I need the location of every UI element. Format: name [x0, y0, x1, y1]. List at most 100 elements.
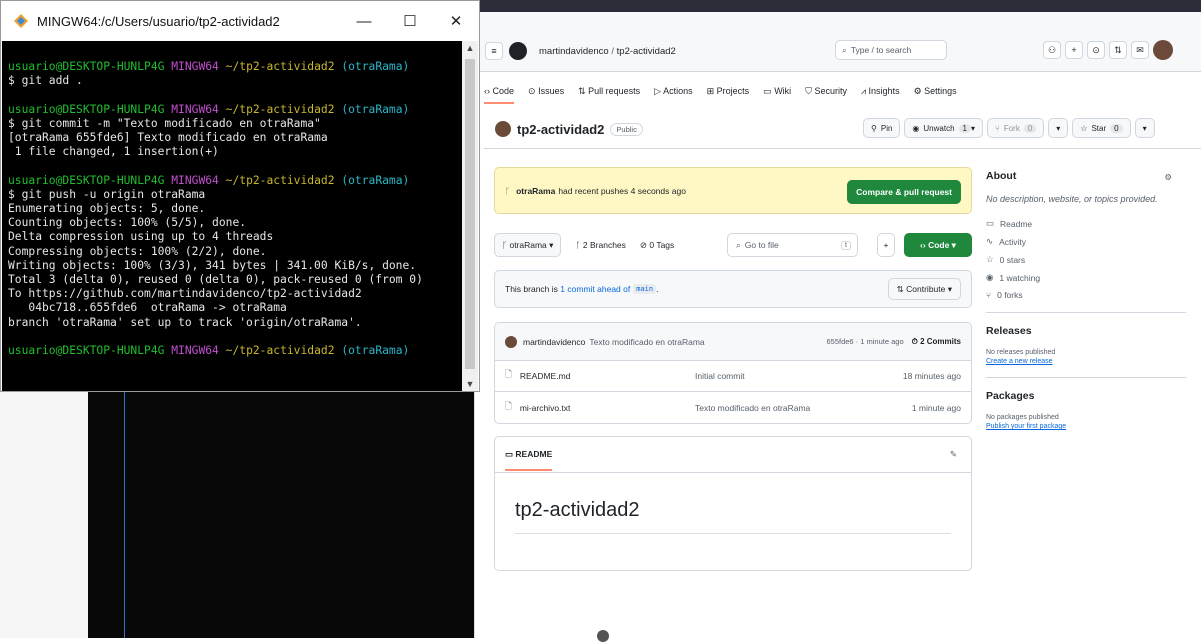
- prompt-path: ~/tp2-actividad2: [225, 173, 335, 187]
- scroll-down-icon[interactable]: ▼: [462, 379, 478, 389]
- command-line: $ git commit -m "Texto modificado en otr…: [8, 116, 321, 130]
- tab-settings[interactable]: ⚙ Settings: [914, 86, 957, 97]
- issues-icon[interactable]: ⊙: [1087, 41, 1105, 59]
- watching-link[interactable]: ◉ 1 watching: [986, 272, 1186, 283]
- fork-dropdown[interactable]: ▾: [1048, 118, 1069, 138]
- scroll-thumb[interactable]: [465, 59, 475, 369]
- file-name[interactable]: mi-archivo.txt: [520, 403, 571, 413]
- inbox-icon[interactable]: ✉: [1131, 41, 1149, 59]
- tab-security[interactable]: ⛉ Security: [805, 86, 847, 97]
- create-new-icon[interactable]: +: [1065, 41, 1083, 59]
- star-button[interactable]: ☆ Star 0: [1072, 118, 1131, 138]
- breadcrumb-repo[interactable]: tp2-actividad2: [617, 46, 676, 57]
- prompt-line: usuario@DESKTOP-HUNLP4G MINGW64 ~/tp2-ac…: [8, 60, 463, 74]
- file-name[interactable]: README.md: [520, 371, 571, 381]
- file-commit-message[interactable]: Initial commit: [695, 371, 745, 381]
- gear-icon[interactable]: ⚙: [1164, 172, 1172, 183]
- readme-link[interactable]: ▭ Readme: [986, 218, 1186, 229]
- pin-button[interactable]: ⚲ Pin: [863, 118, 901, 138]
- add-file-button[interactable]: +: [877, 233, 895, 257]
- about-title: About: [986, 170, 1017, 182]
- prompt-user: usuario@DESKTOP-HUNLP4G: [8, 102, 165, 116]
- prompt-system: MINGW64: [171, 344, 219, 358]
- unwatch-button[interactable]: ◉ Unwatch 1 ▾: [904, 118, 983, 138]
- star-dropdown[interactable]: ▾: [1134, 118, 1155, 138]
- prompt-path: ~/tp2-actividad2: [225, 60, 335, 73]
- prompt-line: usuario@DESKTOP-HUNLP4G MINGW64 ~/tp2-ac…: [8, 103, 463, 117]
- shortcut-key: t: [841, 240, 851, 250]
- pull-requests-icon[interactable]: ⇅: [1109, 41, 1127, 59]
- output-line: [otraRama 655fde6] Texto modificado en o…: [8, 131, 328, 145]
- releases-title[interactable]: Releases: [986, 325, 1186, 337]
- command-line: $ git push -u origin otraRama: [8, 187, 206, 201]
- branches-link[interactable]: ᚴ 2 Branches: [575, 240, 625, 250]
- edit-icon[interactable]: ✎: [950, 449, 957, 460]
- tab-issues[interactable]: ⊙ Issues: [528, 86, 564, 97]
- tags-link[interactable]: ⊘ 0 Tags: [640, 240, 674, 251]
- stars-link[interactable]: ☆ 0 stars: [986, 254, 1186, 265]
- forks-link[interactable]: ⑂ 0 forks: [986, 290, 1186, 300]
- copilot-icon[interactable]: ⚇: [1043, 41, 1061, 59]
- tab-pull-requests[interactable]: ⇅ Pull requests: [578, 86, 640, 97]
- flash-branch[interactable]: otraRama: [516, 186, 555, 196]
- readme-tab[interactable]: ▭ README: [505, 449, 553, 471]
- user-avatar[interactable]: [1153, 40, 1173, 60]
- scroll-up-icon[interactable]: ▲: [462, 43, 478, 53]
- main-branch-tag[interactable]: main: [633, 284, 657, 294]
- terminal-scrollbar[interactable]: ▲ ▼: [462, 41, 478, 391]
- output-line: Total 3 (delta 0), reused 0 (delta 0), p…: [8, 273, 423, 287]
- file-row[interactable]: 🗋 README.md Initial commit 18 minutes ag…: [495, 361, 971, 392]
- flash-text: had recent pushes 4 seconds ago: [558, 185, 686, 196]
- no-releases-text: No releases published: [986, 349, 1056, 356]
- contribute-button[interactable]: ⇅ Contribute ▾: [887, 278, 961, 300]
- terminal-window[interactable]: MINGW64:/c/Users/usuario/tp2-actividad2 …: [0, 0, 480, 392]
- tab-actions[interactable]: ▷ Actions: [654, 86, 692, 97]
- ahead-link[interactable]: 1 commit ahead of: [560, 284, 630, 294]
- create-release-link[interactable]: Create a new release: [986, 358, 1186, 365]
- minimize-button[interactable]: —: [341, 13, 387, 30]
- file-commit-message[interactable]: Texto modificado en otraRama: [695, 403, 810, 413]
- commit-message[interactable]: Texto modificado en otraRama: [589, 337, 704, 347]
- tab-insights[interactable]: ⩘ Insights: [861, 86, 900, 97]
- output-line: Compressing objects: 100% (2/2), done.: [8, 244, 267, 258]
- packages-title[interactable]: Packages: [986, 390, 1186, 402]
- git-bash-icon: [14, 14, 28, 28]
- go-to-file-input[interactable]: ⌕ Go to file t: [727, 233, 858, 257]
- search-input[interactable]: ⌕ Type / to search: [835, 40, 947, 60]
- tab-code[interactable]: ‹› Code: [484, 86, 515, 104]
- github-logo-icon[interactable]: [509, 42, 527, 60]
- breadcrumb: martindavidenco / tp2-actividad2: [539, 45, 676, 57]
- readme-heading: tp2-actividad2: [515, 499, 640, 521]
- maximize-button[interactable]: ☐: [387, 12, 433, 30]
- file-row[interactable]: 🗋 mi-archivo.txt Texto modificado en otr…: [495, 392, 971, 423]
- terminal-titlebar[interactable]: MINGW64:/c/Users/usuario/tp2-actividad2 …: [1, 1, 479, 41]
- commit-author[interactable]: martindavidenco: [523, 337, 585, 347]
- commit-author-avatar: [505, 335, 517, 348]
- compare-pull-request-button[interactable]: Compare & pull request: [847, 180, 961, 204]
- branch-selector[interactable]: ᚴ otraRama ▾: [494, 233, 562, 257]
- menu-icon[interactable]: ≡: [485, 42, 503, 60]
- go-to-file-placeholder: Go to file: [744, 240, 779, 250]
- close-button[interactable]: ✕: [433, 12, 479, 30]
- publish-package-link[interactable]: Publish your first package: [986, 423, 1186, 430]
- repo-sidebar: About ⚙ No description, website, or topi…: [986, 170, 1186, 430]
- activity-link[interactable]: ∿ Activity: [986, 236, 1186, 247]
- output-line: To https://github.com/martindavidenco/tp…: [8, 287, 362, 301]
- file-list: martindavidenco Texto modificado en otra…: [494, 322, 972, 424]
- search-placeholder: Type / to search: [850, 45, 912, 55]
- prompt-system: MINGW64: [171, 102, 219, 116]
- commit-meta[interactable]: 655fde6 · 1 minute ago: [826, 337, 903, 346]
- repo-name[interactable]: tp2-actividad2: [517, 122, 604, 137]
- terminal-output[interactable]: usuario@DESKTOP-HUNLP4G MINGW64 ~/tp2-ac…: [2, 41, 463, 391]
- fork-button[interactable]: ⑂ Fork 0: [987, 118, 1045, 138]
- tab-projects[interactable]: ⊞ Projects: [707, 86, 750, 97]
- tab-wiki[interactable]: ▭ Wiki: [763, 86, 791, 97]
- commits-link[interactable]: ⏱ 2 Commits: [912, 337, 961, 347]
- code-button[interactable]: ‹› Code ▾: [904, 233, 972, 257]
- prompt-branch: (otraRama): [341, 344, 410, 358]
- output-line: 04bc718..655fde6 otraRama -> otraRama: [8, 301, 287, 315]
- file-date: 18 minutes ago: [902, 371, 961, 381]
- pulse-icon: ∿: [986, 236, 994, 246]
- breadcrumb-owner[interactable]: martindavidenco: [539, 46, 609, 57]
